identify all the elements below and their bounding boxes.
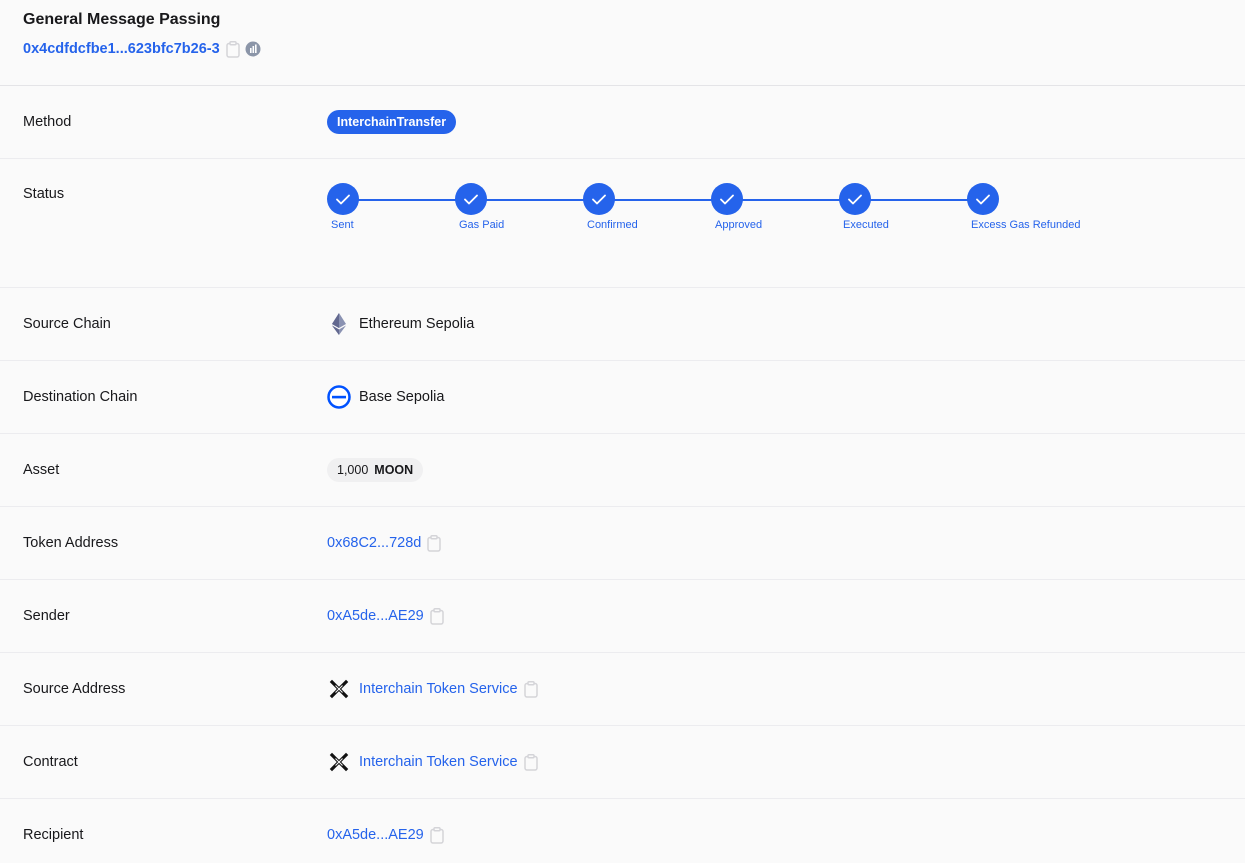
sender-link[interactable]: 0xA5de...AE29 bbox=[327, 608, 424, 624]
asset-symbol: MOON bbox=[374, 463, 414, 477]
destination-chain-row: Destination Chain Base Sepolia bbox=[0, 361, 1245, 434]
status-step-gas-paid: Gas Paid bbox=[455, 183, 583, 231]
tx-id-link[interactable]: 0x4cdfdcfbe1...623bfc7b26-3 bbox=[23, 41, 220, 57]
source-address-row: Source Address Interchain Token Service bbox=[0, 653, 1245, 726]
copy-icon[interactable] bbox=[225, 40, 241, 58]
recipient-row: Recipient 0xA5de...AE29 bbox=[0, 799, 1245, 863]
source-chain-row: Source Chain Ethereum Sepolia bbox=[0, 288, 1245, 361]
source-address-label: Source Address bbox=[23, 681, 126, 697]
page-title: General Message Passing bbox=[23, 11, 221, 28]
check-icon bbox=[327, 183, 359, 215]
source-chain-label: Source Chain bbox=[23, 316, 111, 332]
copy-icon[interactable] bbox=[429, 826, 445, 844]
token-address-row: Token Address 0x68C2...728d bbox=[0, 507, 1245, 580]
recipient-link[interactable]: 0xA5de...AE29 bbox=[327, 827, 424, 843]
explorer-icon[interactable] bbox=[245, 41, 261, 57]
status-row: Status Sent Gas Paid Confirmed Approved … bbox=[0, 159, 1245, 288]
check-icon bbox=[455, 183, 487, 215]
contract-row: Contract Interchain Token Service bbox=[0, 726, 1245, 799]
sender-label: Sender bbox=[23, 608, 70, 624]
destination-chain-label: Destination Chain bbox=[23, 389, 138, 405]
source-address-link[interactable]: Interchain Token Service bbox=[359, 681, 518, 697]
status-step-confirmed: Confirmed bbox=[583, 183, 711, 231]
contract-label: Contract bbox=[23, 754, 78, 770]
asset-row: Asset 1,000 MOON bbox=[0, 434, 1245, 507]
method-badge: InterchainTransfer bbox=[327, 110, 457, 134]
status-step-excess-gas-refunded: Excess Gas Refunded bbox=[967, 183, 1095, 231]
status-steps: Sent Gas Paid Confirmed Approved Execute… bbox=[327, 183, 1127, 243]
sender-row: Sender 0xA5de...AE29 bbox=[0, 580, 1245, 653]
method-row: Method InterchainTransfer bbox=[0, 86, 1245, 159]
destination-chain-name[interactable]: Base Sepolia bbox=[359, 389, 444, 405]
recipient-label: Recipient bbox=[23, 827, 84, 843]
status-step-label: Approved bbox=[715, 219, 763, 231]
status-step-label: Excess Gas Refunded bbox=[971, 219, 1081, 231]
status-step-executed: Executed bbox=[839, 183, 967, 231]
token-address-label: Token Address bbox=[23, 535, 119, 551]
copy-icon[interactable] bbox=[426, 534, 442, 552]
asset-label: Asset bbox=[23, 462, 60, 478]
asset-badge: 1,000 MOON bbox=[327, 458, 424, 482]
check-icon bbox=[583, 183, 615, 215]
status-step-label: Confirmed bbox=[587, 219, 638, 231]
check-icon bbox=[711, 183, 743, 215]
base-icon bbox=[327, 385, 351, 409]
status-label: Status bbox=[23, 186, 65, 202]
ethereum-icon bbox=[327, 312, 351, 336]
status-step-approved: Approved bbox=[711, 183, 839, 231]
copy-icon[interactable] bbox=[523, 753, 539, 771]
status-step-sent: Sent bbox=[327, 183, 455, 231]
axelar-icon bbox=[327, 677, 351, 701]
token-address-link[interactable]: 0x68C2...728d bbox=[327, 535, 421, 551]
copy-icon[interactable] bbox=[523, 680, 539, 698]
check-icon bbox=[839, 183, 871, 215]
status-step-label: Sent bbox=[331, 219, 354, 231]
source-chain-name[interactable]: Ethereum Sepolia bbox=[359, 316, 474, 332]
page-header: General Message Passing 0x4cdfdcfbe1...6… bbox=[0, 0, 1245, 86]
asset-amount: 1,000 bbox=[337, 463, 369, 477]
check-icon bbox=[967, 183, 999, 215]
method-label: Method bbox=[23, 114, 72, 130]
axelar-icon bbox=[327, 750, 351, 774]
status-step-label: Gas Paid bbox=[459, 219, 505, 231]
copy-icon[interactable] bbox=[429, 607, 445, 625]
tx-id-line: 0x4cdfdcfbe1...623bfc7b26-3 bbox=[23, 39, 1222, 59]
contract-link[interactable]: Interchain Token Service bbox=[359, 754, 518, 770]
status-step-label: Executed bbox=[843, 219, 889, 231]
